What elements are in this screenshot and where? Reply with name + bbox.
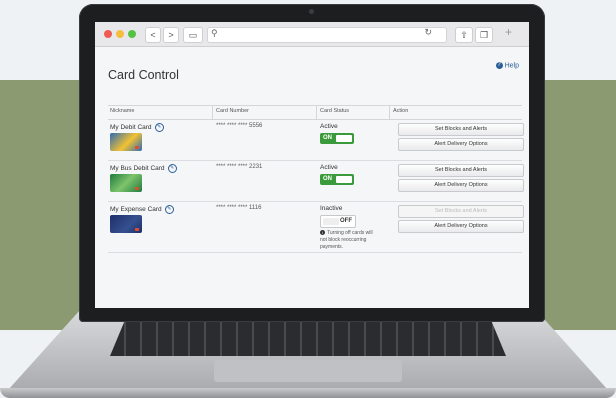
note-text: Turning off cards will not block reoccur… — [320, 230, 373, 250]
help-link[interactable]: ? Help — [495, 62, 519, 70]
divider — [212, 106, 213, 119]
set-blocks-button[interactable]: Set Blocks and Alerts — [398, 205, 524, 218]
table-header: Nickname Card Number Card Status Action — [108, 105, 522, 120]
card-brand-icon — [135, 146, 139, 149]
divider — [316, 106, 317, 119]
alert-delivery-button[interactable]: Alert Delivery Options — [398, 220, 524, 233]
browser-toolbar: < > ▭ ⚲ ↻ ⇧ ❐ + — [95, 22, 529, 47]
toggle-label: ON — [323, 135, 332, 141]
address-bar[interactable]: ⚲ ↻ — [207, 27, 447, 43]
card-table: Nickname Card Number Card Status Action … — [108, 105, 524, 253]
keyboard — [110, 318, 506, 356]
alert-delivery-button[interactable]: Alert Delivery Options — [398, 179, 524, 192]
new-tab-icon[interactable]: + — [505, 25, 512, 39]
divider — [389, 106, 390, 119]
card-toggle[interactable]: ON — [320, 133, 354, 144]
nickname-text: My Debit Card — [110, 124, 152, 132]
edit-icon[interactable]: ✎ — [154, 123, 164, 132]
status-note: i Turning off cards will not block reoccu… — [320, 230, 380, 251]
nickname-text: My Expense Card — [110, 206, 162, 214]
card-image — [110, 133, 142, 151]
card-image — [110, 174, 142, 192]
tabs-icon[interactable]: ❐ — [475, 27, 493, 43]
card-number: **** **** **** 1116 — [216, 205, 262, 211]
table-row: My Expense Card ✎ **** **** **** 1116 Ina… — [108, 202, 524, 253]
card-toggle[interactable]: ON — [320, 174, 354, 185]
close-window-button[interactable] — [104, 30, 112, 38]
card-status: Inactive — [320, 205, 343, 212]
help-icon: ? — [495, 62, 503, 69]
laptop-lid: < > ▭ ⚲ ↻ ⇧ ❐ + Card Control ? Help Nickn… — [79, 4, 545, 322]
edit-icon[interactable]: ✎ — [167, 164, 177, 173]
card-nickname: My Bus Debit Card ✎ — [110, 164, 177, 173]
forward-button[interactable]: > — [163, 27, 179, 43]
nickname-text: My Bus Debit Card — [110, 165, 165, 173]
card-nickname: My Expense Card ✎ — [110, 205, 174, 214]
zoom-window-button[interactable] — [128, 30, 136, 38]
page-title: Card Control — [108, 68, 179, 82]
header-card-status: Card Status — [320, 108, 350, 114]
alert-delivery-button[interactable]: Alert Delivery Options — [398, 138, 524, 151]
card-nickname: My Debit Card ✎ — [110, 123, 164, 132]
header-nickname: Nickname — [110, 108, 135, 114]
card-number: **** **** **** 5556 — [216, 123, 263, 129]
table-row: My Bus Debit Card ✎ **** **** **** 2231 A… — [108, 161, 524, 202]
table-row: My Debit Card ✎ **** **** **** 5556 Activ… — [108, 120, 524, 161]
header-card-number: Card Number — [216, 108, 250, 114]
screen: < > ▭ ⚲ ↻ ⇧ ❐ + Card Control ? Help Nickn… — [95, 22, 529, 308]
toggle-knob — [336, 135, 352, 142]
help-label: Help — [504, 62, 519, 70]
set-blocks-button[interactable]: Set Blocks and Alerts — [398, 164, 524, 177]
search-icon: ⚲ — [211, 28, 218, 38]
back-button[interactable]: < — [145, 27, 161, 43]
reload-icon[interactable]: ↻ — [424, 27, 432, 38]
trackpad — [214, 360, 402, 382]
laptop-front-lip — [0, 388, 616, 398]
toggle-knob — [323, 218, 339, 225]
sidebar-toggle-icon[interactable]: ▭ — [183, 27, 203, 43]
camera-icon — [309, 9, 314, 14]
card-image — [110, 215, 142, 233]
card-brand-icon — [135, 187, 139, 190]
info-icon: i — [320, 230, 325, 235]
toggle-label: OFF — [340, 218, 352, 224]
edit-icon[interactable]: ✎ — [164, 205, 174, 214]
header-action: Action — [393, 108, 409, 114]
card-status: Active — [320, 123, 338, 130]
card-status: Active — [320, 164, 338, 171]
card-toggle[interactable]: OFF — [320, 215, 356, 228]
card-brand-icon — [135, 228, 139, 231]
toggle-label: ON — [323, 176, 332, 182]
set-blocks-button[interactable]: Set Blocks and Alerts — [398, 123, 524, 136]
card-number: **** **** **** 2231 — [216, 164, 263, 170]
minimize-window-button[interactable] — [116, 30, 124, 38]
share-icon[interactable]: ⇧ — [455, 27, 473, 43]
toggle-knob — [336, 176, 352, 183]
